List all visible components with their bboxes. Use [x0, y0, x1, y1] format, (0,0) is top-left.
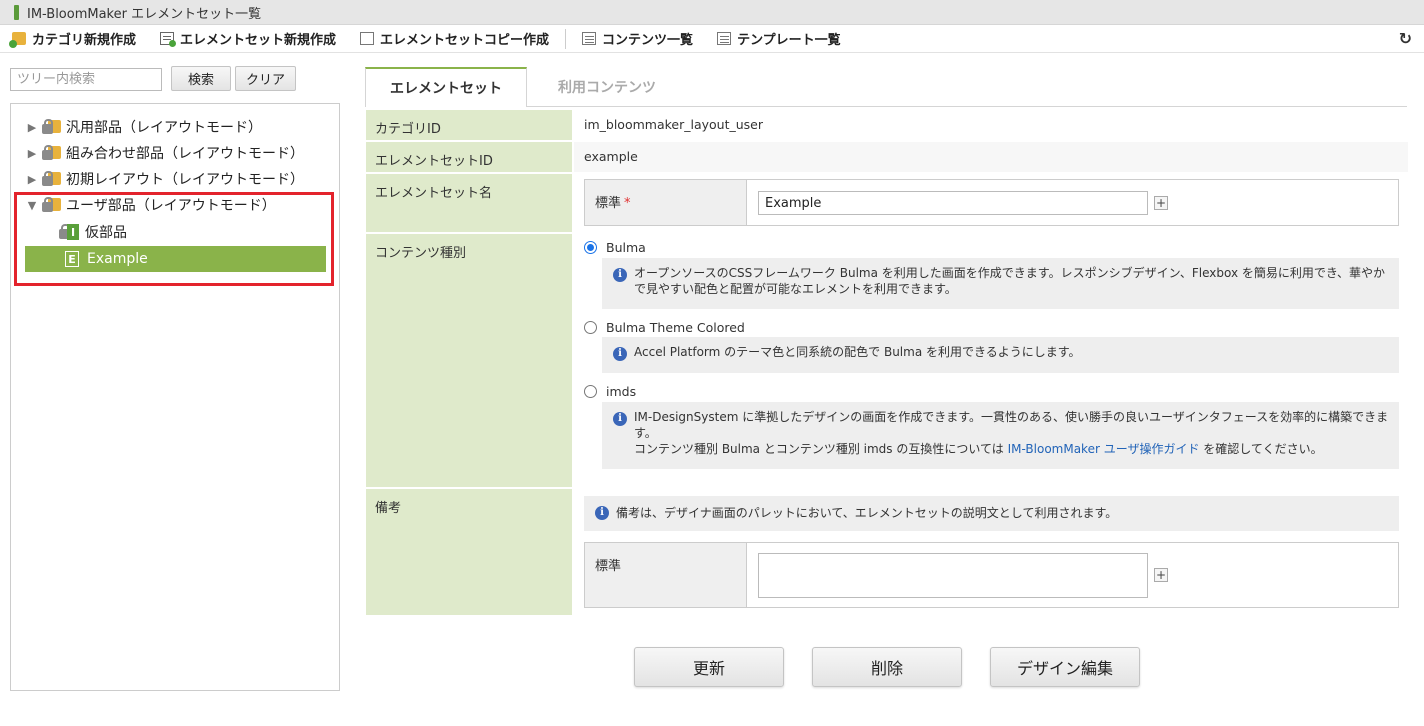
clear-button[interactable]: クリア [235, 66, 296, 91]
radio-bulma-theme-colored-label: Bulma Theme Colored [606, 320, 745, 335]
search-button[interactable]: 検索 [171, 66, 231, 91]
info-icon: i [613, 347, 627, 361]
radio-selected-icon[interactable] [584, 241, 597, 254]
copy-element-set-button[interactable]: エレメントセットコピー作成 [348, 25, 561, 53]
radio-bulma[interactable]: Bulma [584, 240, 646, 255]
copy-element-set-label: エレメントセットコピー作成 [380, 33, 550, 48]
radio-bulma-label: Bulma [606, 240, 646, 255]
tab-element-set[interactable]: エレメントセット [365, 67, 527, 107]
remarks-label: 備考 [366, 489, 572, 615]
copy-icon [360, 29, 377, 45]
refresh-icon[interactable]: ↻ [1399, 29, 1412, 48]
info-icon: i [595, 506, 609, 520]
radio-unselected-icon[interactable] [584, 385, 597, 398]
locked-folder-icon [41, 119, 61, 135]
template-list-label: テンプレート一覧 [737, 33, 841, 48]
expand-arrow-icon[interactable]: ▶ [25, 147, 39, 160]
info-icon: i [613, 412, 627, 426]
app-logo-icon [14, 4, 19, 20]
radio-imds-label: imds [606, 384, 637, 399]
content-list-button[interactable]: コンテンツ一覧 [570, 25, 705, 53]
tree-node[interactable]: ▶ 汎用部品（レイアウトモード） [25, 115, 262, 139]
tab-used-contents[interactable]: 利用コンテンツ [527, 67, 687, 107]
create-element-set-button[interactable]: エレメントセット新規作成 [148, 25, 348, 53]
required-mark: * [624, 196, 631, 211]
tree-node-label: 初期レイアウト（レイアウトモード） [66, 172, 304, 188]
element-set-id-label: エレメントセットID [366, 142, 572, 172]
bulma-info: i オープンソースのCSSフレームワーク Bulma を利用した画面を作成できま… [602, 258, 1399, 309]
update-button[interactable]: 更新 [634, 647, 784, 687]
radio-unselected-icon[interactable] [584, 321, 597, 334]
locale-label: 標準 * [585, 180, 747, 225]
tree-search-input[interactable] [10, 68, 162, 91]
locked-folder-icon [41, 145, 61, 161]
user-guide-link[interactable]: IM-BloomMaker ユーザ操作ガイド [1008, 442, 1200, 456]
tree-node-label: 組み合わせ部品（レイアウトモード） [66, 146, 304, 162]
create-category-button[interactable]: カテゴリ新規作成 [0, 25, 148, 53]
imds-info-text: IM-DesignSystem に準拠したデザインの画面を作成できます。一貫性の… [634, 410, 1389, 440]
window-titlebar: IM-BloomMaker エレメントセット一覧 [0, 0, 1424, 25]
create-category-label: カテゴリ新規作成 [32, 33, 137, 48]
category-id-value-cell: im_bloommaker_layout_user [574, 110, 1408, 140]
list-icon [717, 32, 732, 45]
create-element-set-label: エレメントセット新規作成 [180, 33, 337, 48]
list-add-icon [160, 32, 177, 47]
imds-compat-text: コンテンツ種別 Bulma とコンテンツ種別 imds の互換性については IM… [634, 442, 1323, 456]
tab-divider [527, 106, 1407, 107]
element-set-name-input[interactable]: Example [758, 191, 1148, 215]
delete-button[interactable]: 削除 [812, 647, 962, 687]
bulma-info-text: オープンソースのCSSフレームワーク Bulma を利用した画面を作成できます。… [634, 266, 1386, 296]
template-list-button[interactable]: テンプレート一覧 [705, 25, 853, 53]
list-icon [582, 32, 597, 45]
window-title: IM-BloomMaker エレメントセット一覧 [27, 6, 262, 22]
toolbar-divider [565, 28, 567, 49]
folder-add-icon [9, 32, 26, 48]
remarks-info: i 備考は、デザイナ画面のパレットにおいて、エレメントセットの説明文として利用さ… [584, 496, 1399, 531]
design-edit-button[interactable]: デザイン編集 [990, 647, 1140, 687]
expand-arrow-icon[interactable]: ▶ [25, 121, 39, 134]
remarks-textarea[interactable] [758, 553, 1148, 598]
remarks-info-text: 備考は、デザイナ画面のパレットにおいて、エレメントセットの説明文として利用されま… [616, 506, 1118, 520]
add-locale-button[interactable]: + [1154, 568, 1168, 582]
locked-folder-icon [41, 171, 61, 187]
radio-bulma-theme-colored[interactable]: Bulma Theme Colored [584, 320, 745, 335]
add-locale-button[interactable]: + [1154, 196, 1168, 210]
locale-label-text: 標準 [595, 196, 622, 211]
bulma-theme-colored-info: i Accel Platform のテーマ色と同系統の配色で Bulma を利用… [602, 337, 1399, 373]
content-type-label: コンテンツ種別 [366, 234, 572, 487]
element-set-name-label: エレメントセット名 [366, 174, 572, 232]
highlight-annotation [14, 192, 334, 286]
bulma-theme-colored-info-text: Accel Platform のテーマ色と同系統の配色で Bulma を利用でき… [634, 345, 1081, 359]
element-set-id-value-cell: example [574, 142, 1408, 172]
radio-imds[interactable]: imds [584, 384, 636, 399]
content-list-label: コンテンツ一覧 [602, 33, 694, 48]
tree-node[interactable]: ▶ 初期レイアウト（レイアウトモード） [25, 167, 304, 191]
category-id-label: カテゴリID [366, 110, 572, 140]
toolbar: カテゴリ新規作成 エレメントセット新規作成 エレメントセットコピー作成 コンテン… [0, 25, 1424, 53]
tree-node-label: 汎用部品（レイアウトモード） [66, 120, 262, 136]
element-set-id-value: example [584, 149, 638, 164]
info-icon: i [613, 268, 627, 282]
category-id-value: im_bloommaker_layout_user [584, 117, 764, 132]
expand-arrow-icon[interactable]: ▶ [25, 173, 39, 186]
imds-info: i IM-DesignSystem に準拠したデザインの画面を作成できます。一貫… [602, 402, 1399, 469]
tree-node[interactable]: ▶ 組み合わせ部品（レイアウトモード） [25, 141, 304, 165]
remarks-locale-label: 標準 [585, 543, 747, 607]
